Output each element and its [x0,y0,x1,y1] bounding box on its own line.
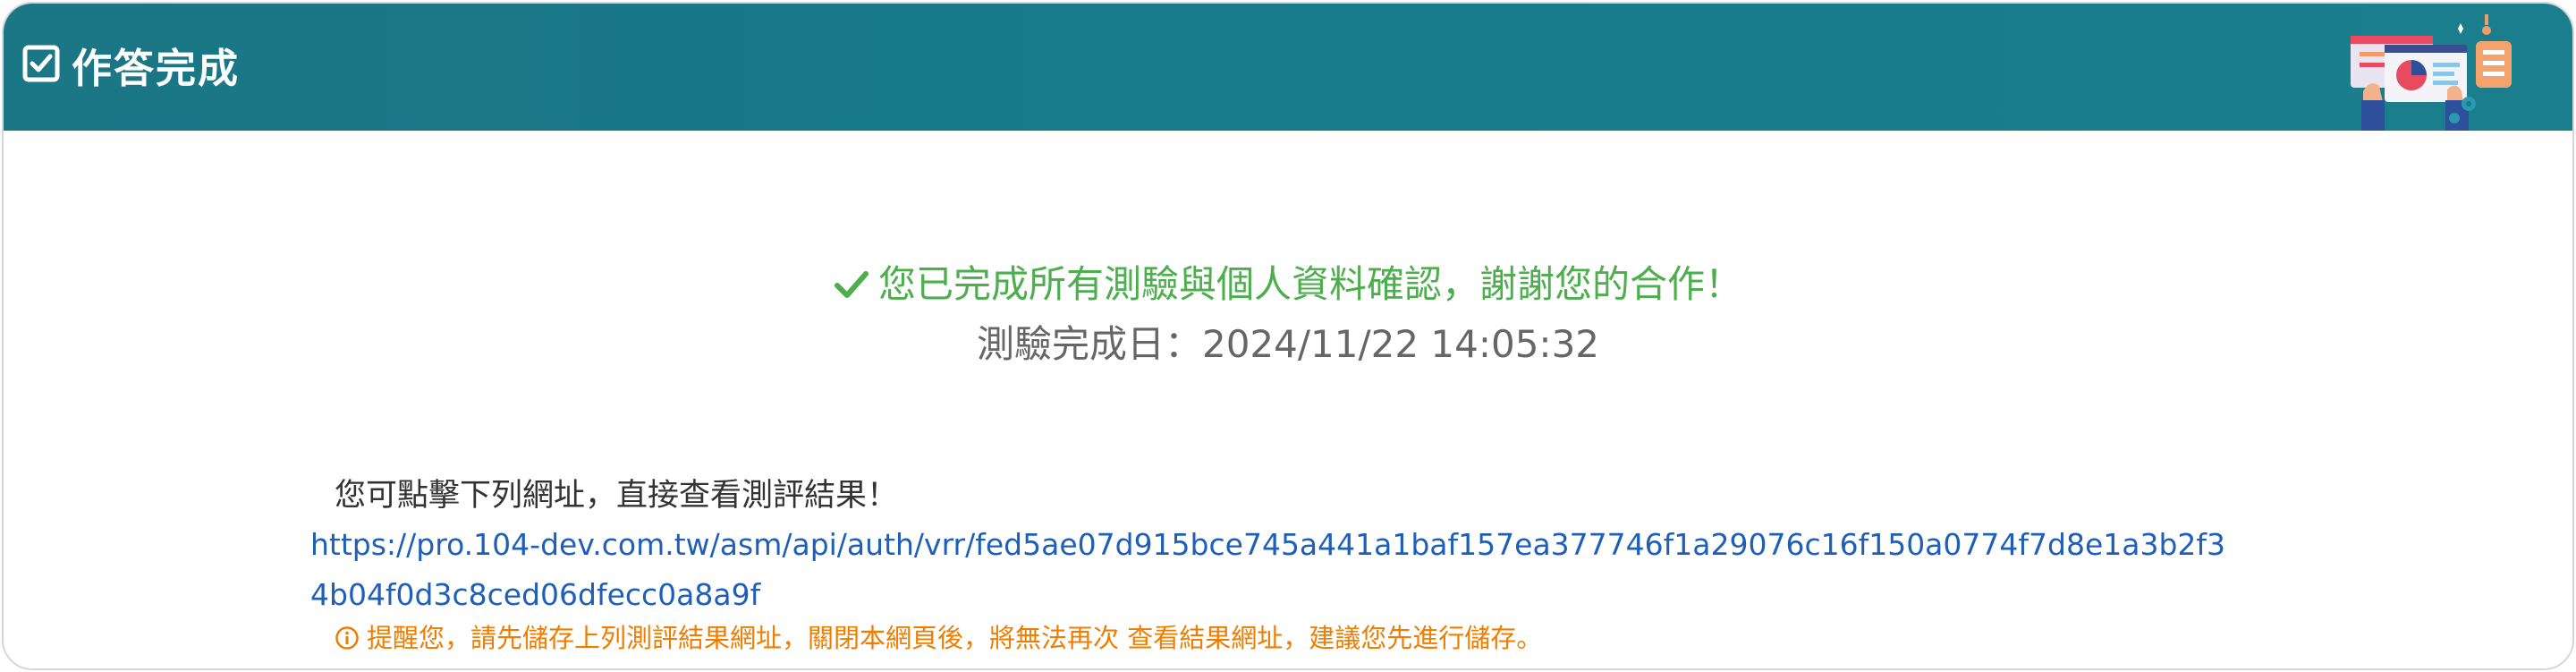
header-bar: 作答完成 [4,4,2572,131]
completion-message-text: 您已完成所有測驗與個人資料確認，謝謝您的合作！ [877,262,1742,306]
completion-message: 您已完成所有測驗與個人資料確認，謝謝您的合作！ [4,254,2572,309]
completion-card: 作答完成 您已完成所有測驗與個人資料確認，謝謝您的合作！ 測驗完成日：2024/… [2,2,2574,670]
completion-date-value: 2024/11/22 14:05:32 [1201,322,1600,366]
info-circle-icon [335,626,359,650]
completion-date: 測驗完成日：2024/11/22 14:05:32 [4,314,2572,369]
completion-date-label: 測驗完成日： [976,322,1202,366]
result-intro: 您可點擊下列網址，直接查看測評結果！ [335,478,899,514]
analytics-dashboard-illustration [2351,14,2512,131]
save-reminder: 提醒您，請先儲存上列測評結果網址，關閉本網頁後，將無法再次 查看結果網址，建議您… [335,617,1542,655]
check-square-icon [22,45,60,82]
result-url-link[interactable]: https://pro.104-dev.com.tw/asm/api/auth/… [310,520,2242,620]
checkmark-icon [834,271,869,298]
page-title: 作答完成 [72,45,241,92]
save-reminder-text: 提醒您，請先儲存上列測評結果網址，關閉本網頁後，將無法再次 查看結果網址，建議您… [367,623,1543,653]
